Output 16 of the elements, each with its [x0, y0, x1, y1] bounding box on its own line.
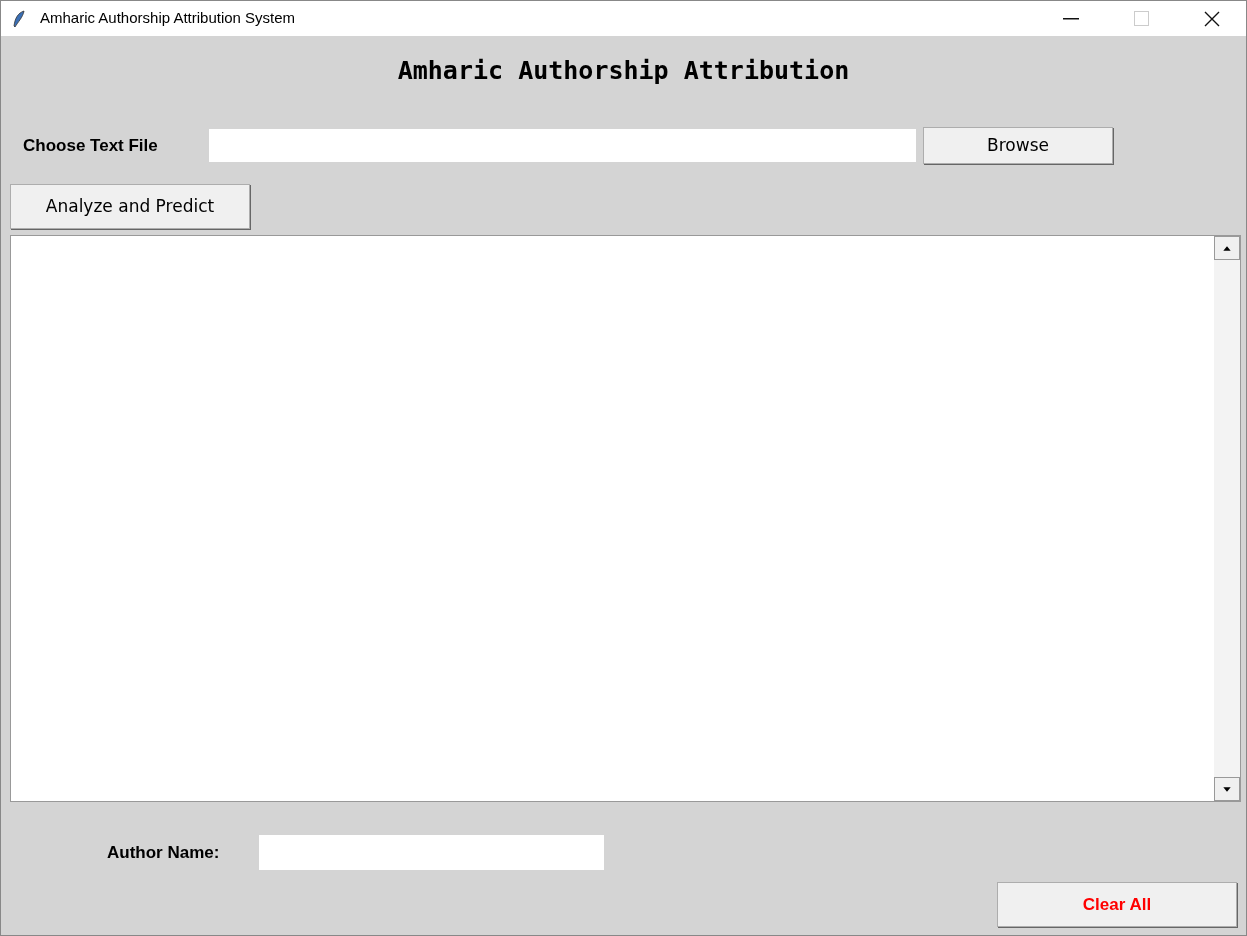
- minimize-icon[interactable]: [1063, 17, 1079, 20]
- heading: Amharic Authorship Attribution: [397, 55, 850, 86]
- feather-icon: [12, 9, 26, 28]
- window-title: Amharic Authorship Attribution System: [40, 8, 296, 29]
- analyze-button[interactable]: Analyze and Predict: [10, 184, 250, 229]
- scroll-down-icon[interactable]: [1214, 777, 1240, 801]
- close-icon[interactable]: [1204, 10, 1220, 27]
- author-name-field[interactable]: [259, 835, 604, 870]
- maximize-icon[interactable]: [1134, 11, 1149, 26]
- scrollbar[interactable]: [1214, 236, 1240, 801]
- clear-all-button[interactable]: Clear All: [997, 882, 1237, 927]
- browse-button[interactable]: Browse: [923, 127, 1113, 164]
- file-path-field[interactable]: [209, 129, 916, 162]
- file-label: Choose Text File: [23, 134, 159, 157]
- author-label: Author Name:: [107, 841, 221, 864]
- scroll-up-icon[interactable]: [1214, 236, 1240, 260]
